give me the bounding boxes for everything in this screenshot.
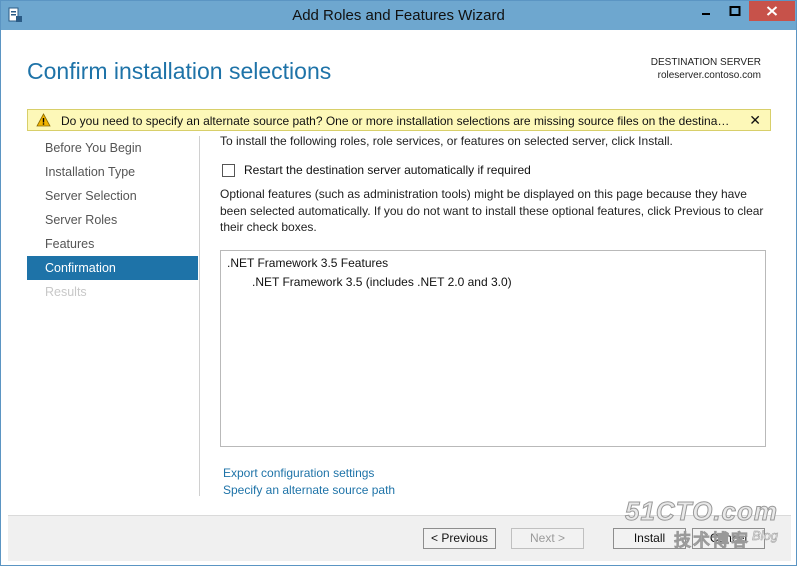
- destination-server-label: DESTINATION SERVER: [650, 57, 761, 68]
- close-button[interactable]: [749, 1, 795, 21]
- maximize-button[interactable]: [720, 1, 749, 21]
- maximize-icon: [729, 6, 740, 16]
- next-button[interactable]: Next >: [511, 528, 584, 549]
- restart-checkbox[interactable]: [222, 164, 235, 177]
- title-bar[interactable]: Add Roles and Features Wizard: [1, 1, 796, 30]
- wizard-content: Confirm installation selections DESTINAT…: [8, 30, 791, 561]
- destination-server-name: roleserver.contoso.com: [657, 70, 761, 81]
- destination-server-info: DESTINATION SERVER roleserver.contoso.co…: [651, 56, 761, 82]
- intro-text: To install the following roles, role ser…: [220, 134, 673, 148]
- nav-step-before-you-begin[interactable]: Before You Begin: [27, 136, 198, 160]
- restart-checkbox-label[interactable]: Restart the destination server automatic…: [244, 163, 531, 177]
- nav-step-server-roles[interactable]: Server Roles: [27, 208, 198, 232]
- nav-step-results: Results: [45, 285, 87, 299]
- feature-group: .NET Framework 3.5 Features: [227, 256, 389, 270]
- nav-step-installation-type[interactable]: Installation Type: [27, 160, 198, 184]
- warning-close-button[interactable]: ✕: [749, 112, 761, 129]
- nav-step-server-selection[interactable]: Server Selection: [27, 184, 198, 208]
- feature-item: .NET Framework 3.5 (includes .NET 2.0 an…: [252, 275, 512, 289]
- warning-icon: [36, 113, 51, 127]
- alternate-source-path-link[interactable]: Specify an alternate source path: [223, 483, 395, 497]
- page-title: Confirm installation selections: [27, 58, 332, 84]
- warning-banner: Do you need to specify an alternate sour…: [27, 109, 771, 131]
- export-configuration-link[interactable]: Export configuration settings: [223, 466, 374, 480]
- wizard-window: Add Roles and Features Wizard Confirm in…: [0, 0, 797, 566]
- minimize-button[interactable]: [691, 1, 720, 21]
- optional-features-note: Optional features (such as administratio…: [220, 187, 764, 234]
- watermark-blog: Blog: [751, 528, 779, 544]
- warning-message: Do you need to specify an alternate sour…: [61, 114, 731, 128]
- close-icon: [766, 6, 778, 16]
- selected-features-list: .NET Framework 3.5 Features .NET Framewo…: [220, 250, 766, 447]
- window-title: Add Roles and Features Wizard: [292, 7, 505, 24]
- previous-button[interactable]: < Previous: [423, 528, 496, 549]
- watermark-logo-text: 51CTO.com: [624, 496, 778, 527]
- wizard-steps-nav: Before You Begin Installation Type Serve…: [27, 136, 198, 304]
- watermark: 51CTO.com 技术博客 Blog: [624, 496, 779, 551]
- nav-divider: [199, 136, 200, 496]
- nav-step-confirmation[interactable]: Confirmation: [27, 256, 198, 280]
- minimize-icon: [701, 13, 710, 15]
- watermark-subtitle: 技术博客: [674, 531, 750, 551]
- nav-step-features[interactable]: Features: [27, 232, 198, 256]
